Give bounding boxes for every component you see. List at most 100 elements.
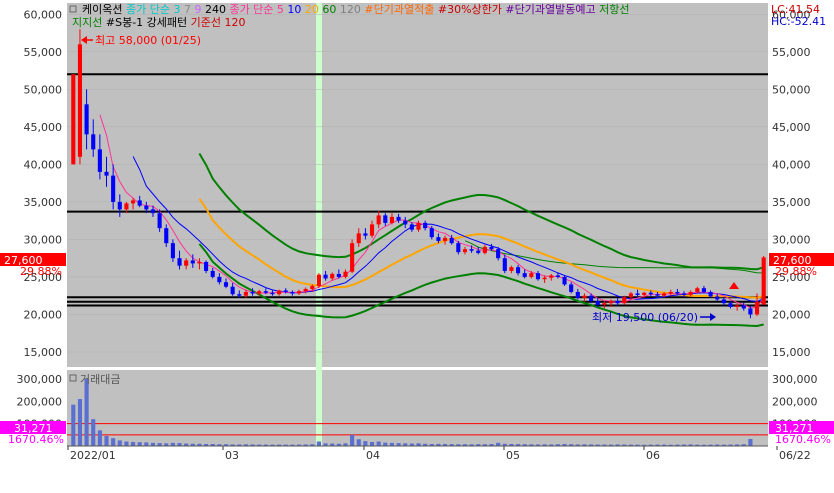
volume-tick-label: 200,000 xyxy=(772,395,818,408)
legend-item: #단기과열발동예고 xyxy=(502,3,596,16)
stock-chart[interactable]: 15,00020,00025,00030,00035,00040,00045,0… xyxy=(0,0,834,493)
candle-body xyxy=(642,292,647,295)
volume-bar xyxy=(356,439,361,446)
legend-item: 240 xyxy=(201,3,226,16)
candle-body xyxy=(376,215,381,225)
date-tick-label: 04 xyxy=(366,449,380,462)
legend-item: #단기과열적출 xyxy=(361,3,434,16)
candle-body xyxy=(516,267,521,274)
volume-bar xyxy=(137,442,142,446)
legend-item: 9 xyxy=(191,3,202,16)
legend-item: 120 xyxy=(336,3,361,16)
date-tick-label: 06/22 xyxy=(779,449,811,462)
candle-body xyxy=(296,291,302,294)
legend-item: 60 xyxy=(319,3,337,16)
price-tick-label: 40,000 xyxy=(24,158,63,171)
candle-body xyxy=(310,285,315,289)
volume-bar xyxy=(131,441,136,446)
legend-item: 종가 단순 3 xyxy=(122,3,180,16)
legend-row-2: 지지선 #S봉-1 강세패턴 기준선 120 xyxy=(72,16,246,29)
candle-body xyxy=(423,222,428,229)
candle-body xyxy=(655,294,660,296)
candle-body xyxy=(535,273,541,280)
candle-body xyxy=(569,284,574,292)
volume-bar xyxy=(316,441,321,446)
candle-body xyxy=(356,233,361,244)
candle-body xyxy=(383,215,388,223)
hc-value: HC:-52.41 xyxy=(771,15,826,28)
candle-body xyxy=(708,291,713,297)
price-tick-label: 30,000 xyxy=(24,233,63,246)
volume-bar xyxy=(97,430,102,446)
price-tick-label: 30,000 xyxy=(772,233,811,246)
price-tick-label: 60,000 xyxy=(24,8,63,21)
volume-bar xyxy=(104,435,109,446)
candle-body xyxy=(456,243,461,253)
candle-body xyxy=(350,243,355,272)
volume-bar xyxy=(363,441,368,446)
candle-body xyxy=(555,275,560,277)
candle-body xyxy=(369,224,375,236)
candle-body xyxy=(688,291,693,295)
price-tick-label: 20,000 xyxy=(772,308,811,321)
date-tick-label: 06 xyxy=(646,449,660,462)
candle-body xyxy=(748,308,753,315)
candle-body xyxy=(436,237,441,241)
date-tick-label: 2022/01 xyxy=(70,449,116,462)
candle-body xyxy=(615,300,620,304)
candle-body xyxy=(509,267,514,271)
candle-body xyxy=(263,291,268,293)
price-tick-label: 15,000 xyxy=(24,346,63,359)
price-badge-pct-right: 29.88% xyxy=(775,265,817,278)
candle-body xyxy=(396,216,401,221)
legend-item: 지지선 xyxy=(72,16,102,29)
legend-item: 7 xyxy=(180,3,191,16)
candle-body xyxy=(522,273,527,277)
volume-bar xyxy=(369,441,375,446)
candle-body xyxy=(124,203,129,210)
candle-body xyxy=(389,216,395,223)
candle-body xyxy=(71,74,76,165)
volume-bar xyxy=(71,404,76,446)
candle-body xyxy=(496,249,501,259)
candle-body xyxy=(290,291,295,294)
candle-body xyxy=(735,305,740,307)
candle-body xyxy=(701,288,706,292)
candle-body xyxy=(442,237,448,241)
price-tick-label: 50,000 xyxy=(772,83,811,96)
candle-body xyxy=(602,303,607,305)
candle-body xyxy=(482,246,487,253)
volume-bar xyxy=(144,442,149,446)
candle-body xyxy=(77,44,83,157)
candle-body xyxy=(416,222,421,230)
candle-body xyxy=(84,104,89,135)
legend-item: 10 xyxy=(284,3,302,16)
legend-item: 케이옥션 xyxy=(82,3,122,16)
date-tick-label: 05 xyxy=(506,449,520,462)
candle-body xyxy=(243,291,248,296)
volume-bar xyxy=(117,440,122,446)
volume-bar xyxy=(77,399,83,446)
candle-body xyxy=(316,274,321,286)
candle-body xyxy=(675,291,680,294)
price-badge-pct-left: 29.88% xyxy=(20,265,62,278)
candle-body xyxy=(681,293,687,295)
candle-body xyxy=(409,224,414,230)
candle-body xyxy=(721,299,726,304)
candle-body xyxy=(462,249,468,253)
candle-body xyxy=(476,250,481,253)
low-label: 최저 19,500 (06/20) xyxy=(592,311,698,324)
candle-body xyxy=(489,246,494,250)
candle-body xyxy=(715,296,720,300)
candle-body xyxy=(529,273,534,277)
price-tick-label: 15,000 xyxy=(772,346,811,359)
candle-body xyxy=(343,271,348,277)
candle-body xyxy=(363,233,368,236)
candle-body xyxy=(111,175,116,202)
legend-item: 저항선 xyxy=(596,3,630,16)
candle-body xyxy=(91,134,96,150)
candle-body xyxy=(177,258,182,266)
candle-body xyxy=(608,300,614,304)
price-tick-label: 35,000 xyxy=(24,196,63,209)
price-tick-label: 35,000 xyxy=(772,196,811,209)
